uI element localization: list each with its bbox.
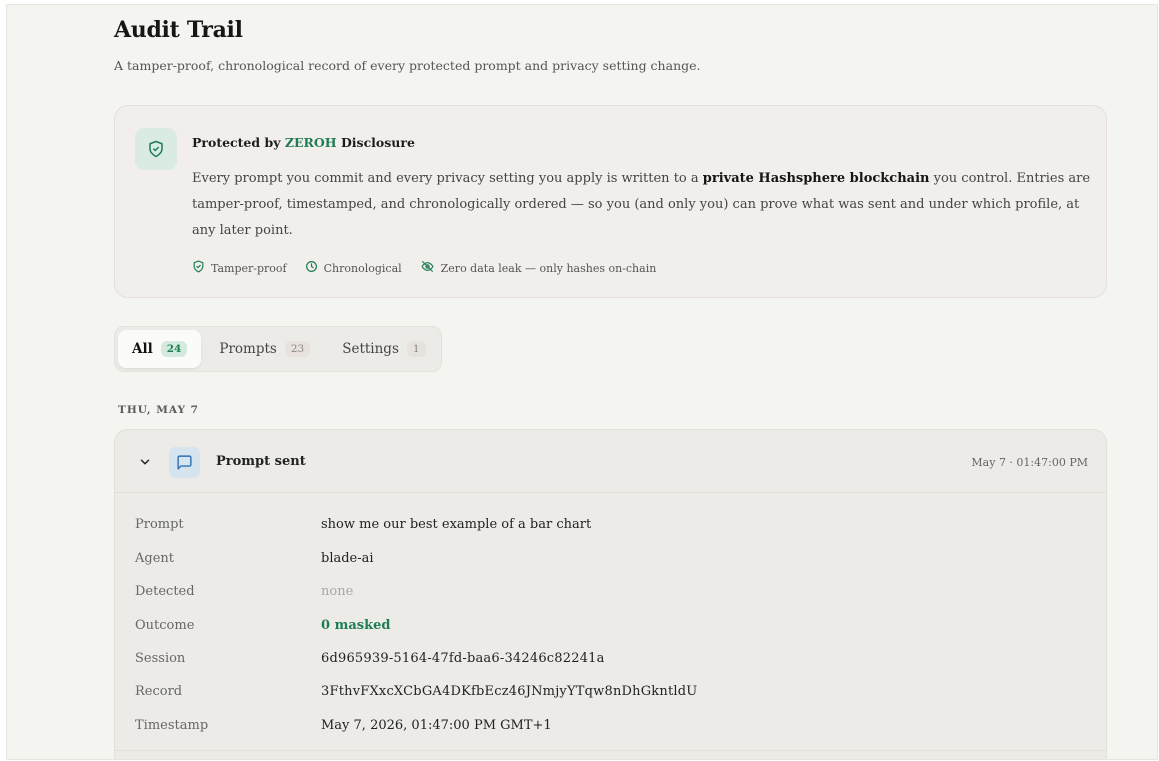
banner-body-part1: Every prompt you commit and every privac…: [192, 171, 703, 186]
tab-settings[interactable]: Settings 1: [328, 330, 439, 368]
feature-list: Tamper-proof Chronological Zero data lea…: [192, 260, 656, 276]
date-group-header: THU, MAY 7: [118, 404, 199, 416]
entry-title: Prompt sent: [216, 454, 306, 469]
page-subtitle: A tamper-proof, chronological record of …: [114, 58, 701, 73]
detail-label: Outcome: [135, 617, 195, 633]
detail-label: Agent: [135, 550, 174, 566]
count-badge: 24: [160, 341, 188, 357]
detail-value: 0 masked: [321, 617, 391, 633]
detail-value: none: [321, 583, 354, 599]
detail-label: Prompt: [135, 516, 184, 532]
banner-heading-prefix: Protected by: [192, 135, 285, 150]
banner-body-emphasis: private Hashsphere blockchain: [702, 171, 930, 186]
banner-description: Every prompt you commit and every privac…: [192, 166, 1097, 244]
protection-banner: Protected by ZEROH Disclosure Every prom…: [114, 105, 1107, 298]
banner-heading: Protected by ZEROH Disclosure: [192, 135, 415, 150]
detail-row-detected: Detected none: [135, 579, 353, 603]
feature-chronological: Chronological: [305, 260, 402, 276]
tab-label: Prompts: [219, 341, 277, 357]
detail-value: blade-ai: [321, 550, 374, 566]
audit-entry: Prompt sent May 7 · 01:47:00 PM Prompt s…: [114, 429, 1107, 759]
count-badge: 23: [284, 341, 311, 357]
detail-row-prompt: Prompt show me our best example of a bar…: [135, 512, 591, 536]
feature-zero-data-leak: Zero data leak — only hashes on-chain: [420, 260, 657, 276]
detail-label: Timestamp: [135, 717, 209, 733]
shield-check-icon: [192, 260, 205, 276]
tab-all[interactable]: All 24: [118, 330, 202, 368]
feature-tamper-proof: Tamper-proof: [192, 260, 287, 276]
detail-value: 6d965939-5164-47fd-baa6-34246c82241a: [321, 650, 605, 666]
banner-heading-suffix: Disclosure: [336, 135, 415, 150]
eye-off-icon: [420, 260, 435, 276]
clock-icon: [305, 260, 318, 276]
divider: [115, 750, 1106, 751]
tab-label: Settings: [342, 341, 399, 357]
app-frame: Audit Trail A tamper-proof, chronologica…: [6, 4, 1158, 760]
detail-value: 3FthvFXxcXCbGA4DKfbEcz46JNmjyYTqw8nDhGkn…: [321, 683, 698, 699]
message-square-icon: [169, 447, 200, 478]
detail-row-agent: Agent blade-ai: [135, 546, 374, 570]
detail-value: show me our best example of a bar chart: [321, 516, 592, 532]
entry-timestamp: May 7 · 01:47:00 PM: [971, 456, 1088, 469]
feature-label: Chronological: [323, 261, 402, 275]
detail-value: May 7, 2026, 01:47:00 PM GMT+1: [321, 717, 552, 733]
brand-name: ZEROH: [284, 135, 337, 150]
chevron-down-icon[interactable]: [135, 452, 155, 472]
detail-label: Record: [135, 683, 183, 699]
detail-row-session: Session 6d965939-5164-47fd-baa6-34246c82…: [135, 646, 605, 670]
detail-row-timestamp: Timestamp May 7, 2026, 01:47:00 PM GMT+1: [135, 713, 552, 737]
tab-label: All: [132, 341, 153, 357]
detail-label: Session: [135, 650, 186, 666]
detail-row-outcome: Outcome 0 masked: [135, 613, 390, 637]
page-title: Audit Trail: [114, 17, 243, 43]
shield-check-icon: [135, 128, 177, 170]
count-badge: 1: [406, 341, 426, 357]
tab-prompts[interactable]: Prompts 23: [205, 330, 324, 368]
feature-label: Zero data leak — only hashes on-chain: [440, 261, 657, 275]
detail-row-record: Record 3FthvFXxcXCbGA4DKfbEcz46JNmjyYTqw…: [135, 679, 697, 703]
feature-label: Tamper-proof: [211, 261, 287, 275]
filter-tabs: All 24 Prompts 23 Settings 1: [114, 326, 442, 372]
entry-header[interactable]: Prompt sent May 7 · 01:47:00 PM: [115, 430, 1106, 493]
detail-label: Detected: [135, 583, 195, 599]
